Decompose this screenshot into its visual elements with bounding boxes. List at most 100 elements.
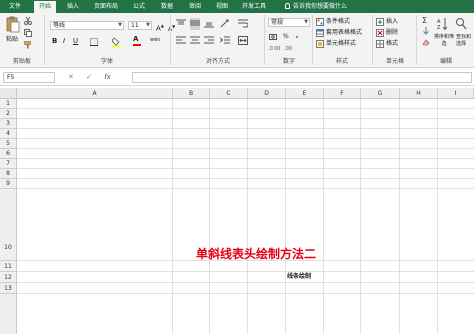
fill-color-icon[interactable] <box>111 37 121 49</box>
format-cells-icon[interactable] <box>376 40 384 50</box>
name-box[interactable]: F5 <box>3 72 55 83</box>
row-header-13[interactable]: 13 <box>0 283 17 294</box>
tab-review[interactable]: 审阅 <box>184 1 206 13</box>
cell-title-text[interactable]: 单斜线表头绘制方法二 <box>196 245 376 262</box>
delete-cells-icon[interactable] <box>376 29 384 39</box>
column-header-b[interactable]: B <box>173 88 210 99</box>
delete-button[interactable]: 删除 <box>386 28 398 37</box>
row-header-10[interactable]: 10 <box>0 189 17 261</box>
column-header-i[interactable]: I <box>438 88 474 99</box>
align-right-icon[interactable] <box>204 36 214 47</box>
row-header-3[interactable]: 3 <box>0 119 17 129</box>
wrap-text-icon[interactable] <box>238 19 249 30</box>
merge-center-icon[interactable] <box>238 36 248 47</box>
format-as-table-icon[interactable] <box>316 29 324 39</box>
currency-icon[interactable] <box>269 33 277 43</box>
tab-data[interactable]: 数据 <box>156 1 178 13</box>
align-bottom-icon[interactable] <box>204 19 214 30</box>
ribbon-tab-bar: 文件 开始 插入 页面布局 公式 数据 审阅 视图 开发工具 告诉我你想要做什么 <box>0 0 474 13</box>
find-select-button[interactable]: 查找和选择 <box>456 34 474 48</box>
group-divider <box>312 15 313 65</box>
align-top-icon[interactable] <box>176 19 186 30</box>
conditional-format-icon[interactable] <box>316 18 324 28</box>
tab-page-layout[interactable]: 页面布局 <box>90 1 122 13</box>
increase-decimal-icon[interactable]: .0 00 <box>268 44 280 54</box>
fill-down-icon[interactable] <box>422 27 430 37</box>
group-divider <box>416 15 417 65</box>
format-painter-icon[interactable] <box>24 41 32 51</box>
format-as-table-button[interactable]: 套用表格格式 <box>326 28 362 37</box>
borders-icon[interactable] <box>90 38 98 48</box>
italic-button[interactable]: I <box>63 37 65 46</box>
underline-button[interactable]: U <box>73 37 78 46</box>
cut-icon[interactable] <box>24 16 32 27</box>
tab-formulas[interactable]: 公式 <box>128 1 150 13</box>
conditional-format-button[interactable]: 条件格式 <box>326 17 350 26</box>
bold-button[interactable]: B <box>52 37 57 46</box>
row-header-2[interactable]: 2 <box>0 109 17 119</box>
cell-subtitle-text[interactable]: 线条绘制 <box>287 271 311 280</box>
column-header-g[interactable]: G <box>361 88 400 99</box>
row-header-4[interactable]: 4 <box>0 129 17 139</box>
cell-styles-icon[interactable] <box>316 40 324 50</box>
comma-button[interactable]: , <box>296 31 298 40</box>
grow-font-button[interactable]: A▲ <box>156 21 164 33</box>
number-group-label: 数字 <box>282 58 295 65</box>
font-color-button[interactable]: A <box>133 35 141 46</box>
insert-cells-icon[interactable] <box>376 18 384 28</box>
enter-icon[interactable]: ✓ <box>86 73 92 81</box>
decrease-decimal-icon[interactable]: .00 <box>284 44 296 54</box>
gridline <box>17 118 474 119</box>
paste-label[interactable]: 粘贴 <box>6 35 18 44</box>
tab-view[interactable]: 视图 <box>211 1 233 13</box>
font-name-select[interactable]: 等线 ▼ <box>50 21 124 30</box>
clear-icon[interactable] <box>422 38 430 48</box>
sort-filter-icon[interactable]: AZ <box>437 17 449 33</box>
autosum-button[interactable]: Σ <box>422 16 427 25</box>
paste-icon[interactable] <box>6 16 20 33</box>
insert-button[interactable]: 插入 <box>386 17 398 26</box>
row-header-11[interactable]: 11 <box>0 261 17 272</box>
tell-me-label: 告诉我你想要做什么 <box>293 3 348 10</box>
column-header-a[interactable]: A <box>17 88 173 99</box>
tab-home[interactable]: 开始 <box>34 1 56 13</box>
format-button[interactable]: 格式 <box>386 39 398 48</box>
row-header-8[interactable]: 8 <box>0 169 17 179</box>
tell-me-box[interactable]: 告诉我你想要做什么 <box>285 1 347 13</box>
gridline <box>17 158 474 159</box>
row-header-9[interactable]: 9 <box>0 179 17 189</box>
column-header-f[interactable]: F <box>324 88 361 99</box>
tab-insert[interactable]: 插入 <box>62 1 84 13</box>
tab-developer[interactable]: 开发工具 <box>238 1 270 13</box>
align-left-icon[interactable] <box>176 36 186 47</box>
formula-bar: F5 ✕ ✓ fx <box>0 69 474 86</box>
gridline <box>323 99 324 334</box>
row-header-5[interactable]: 5 <box>0 139 17 149</box>
column-header-e[interactable]: E <box>286 88 324 99</box>
column-header-d[interactable]: D <box>248 88 286 99</box>
phonetic-button[interactable]: wén <box>150 36 160 45</box>
percent-button[interactable]: % <box>283 32 289 41</box>
select-all-corner[interactable] <box>0 88 17 99</box>
cancel-icon[interactable]: ✕ <box>68 73 74 81</box>
row-header-6[interactable]: 6 <box>0 149 17 159</box>
font-size-select[interactable]: 11 ▼ <box>128 21 152 30</box>
copy-icon[interactable] <box>24 29 32 39</box>
column-header-h[interactable]: H <box>400 88 438 99</box>
column-header-c[interactable]: C <box>210 88 248 99</box>
row-header-12[interactable]: 12 <box>0 272 17 283</box>
align-middle-icon[interactable] <box>190 18 200 30</box>
number-format-select[interactable]: 常规 ▼ <box>268 18 310 27</box>
sort-filter-button[interactable]: 排序和筛选 <box>433 34 455 48</box>
orientation-icon[interactable] <box>220 19 230 30</box>
formula-input[interactable] <box>132 72 472 83</box>
insert-function-icon[interactable]: fx <box>104 73 111 81</box>
cell-styles-button[interactable]: 单元格样式 <box>326 39 356 48</box>
align-center-icon[interactable] <box>190 36 200 47</box>
tab-file[interactable]: 文件 <box>4 1 26 13</box>
worksheet-grid[interactable]: A B C D E F G H I 1 2 3 4 5 6 7 8 9 10 1… <box>0 88 474 334</box>
indent-icon[interactable] <box>219 36 230 47</box>
row-header-1[interactable]: 1 <box>0 99 17 109</box>
find-select-icon[interactable] <box>455 17 467 33</box>
row-header-7[interactable]: 7 <box>0 159 17 169</box>
